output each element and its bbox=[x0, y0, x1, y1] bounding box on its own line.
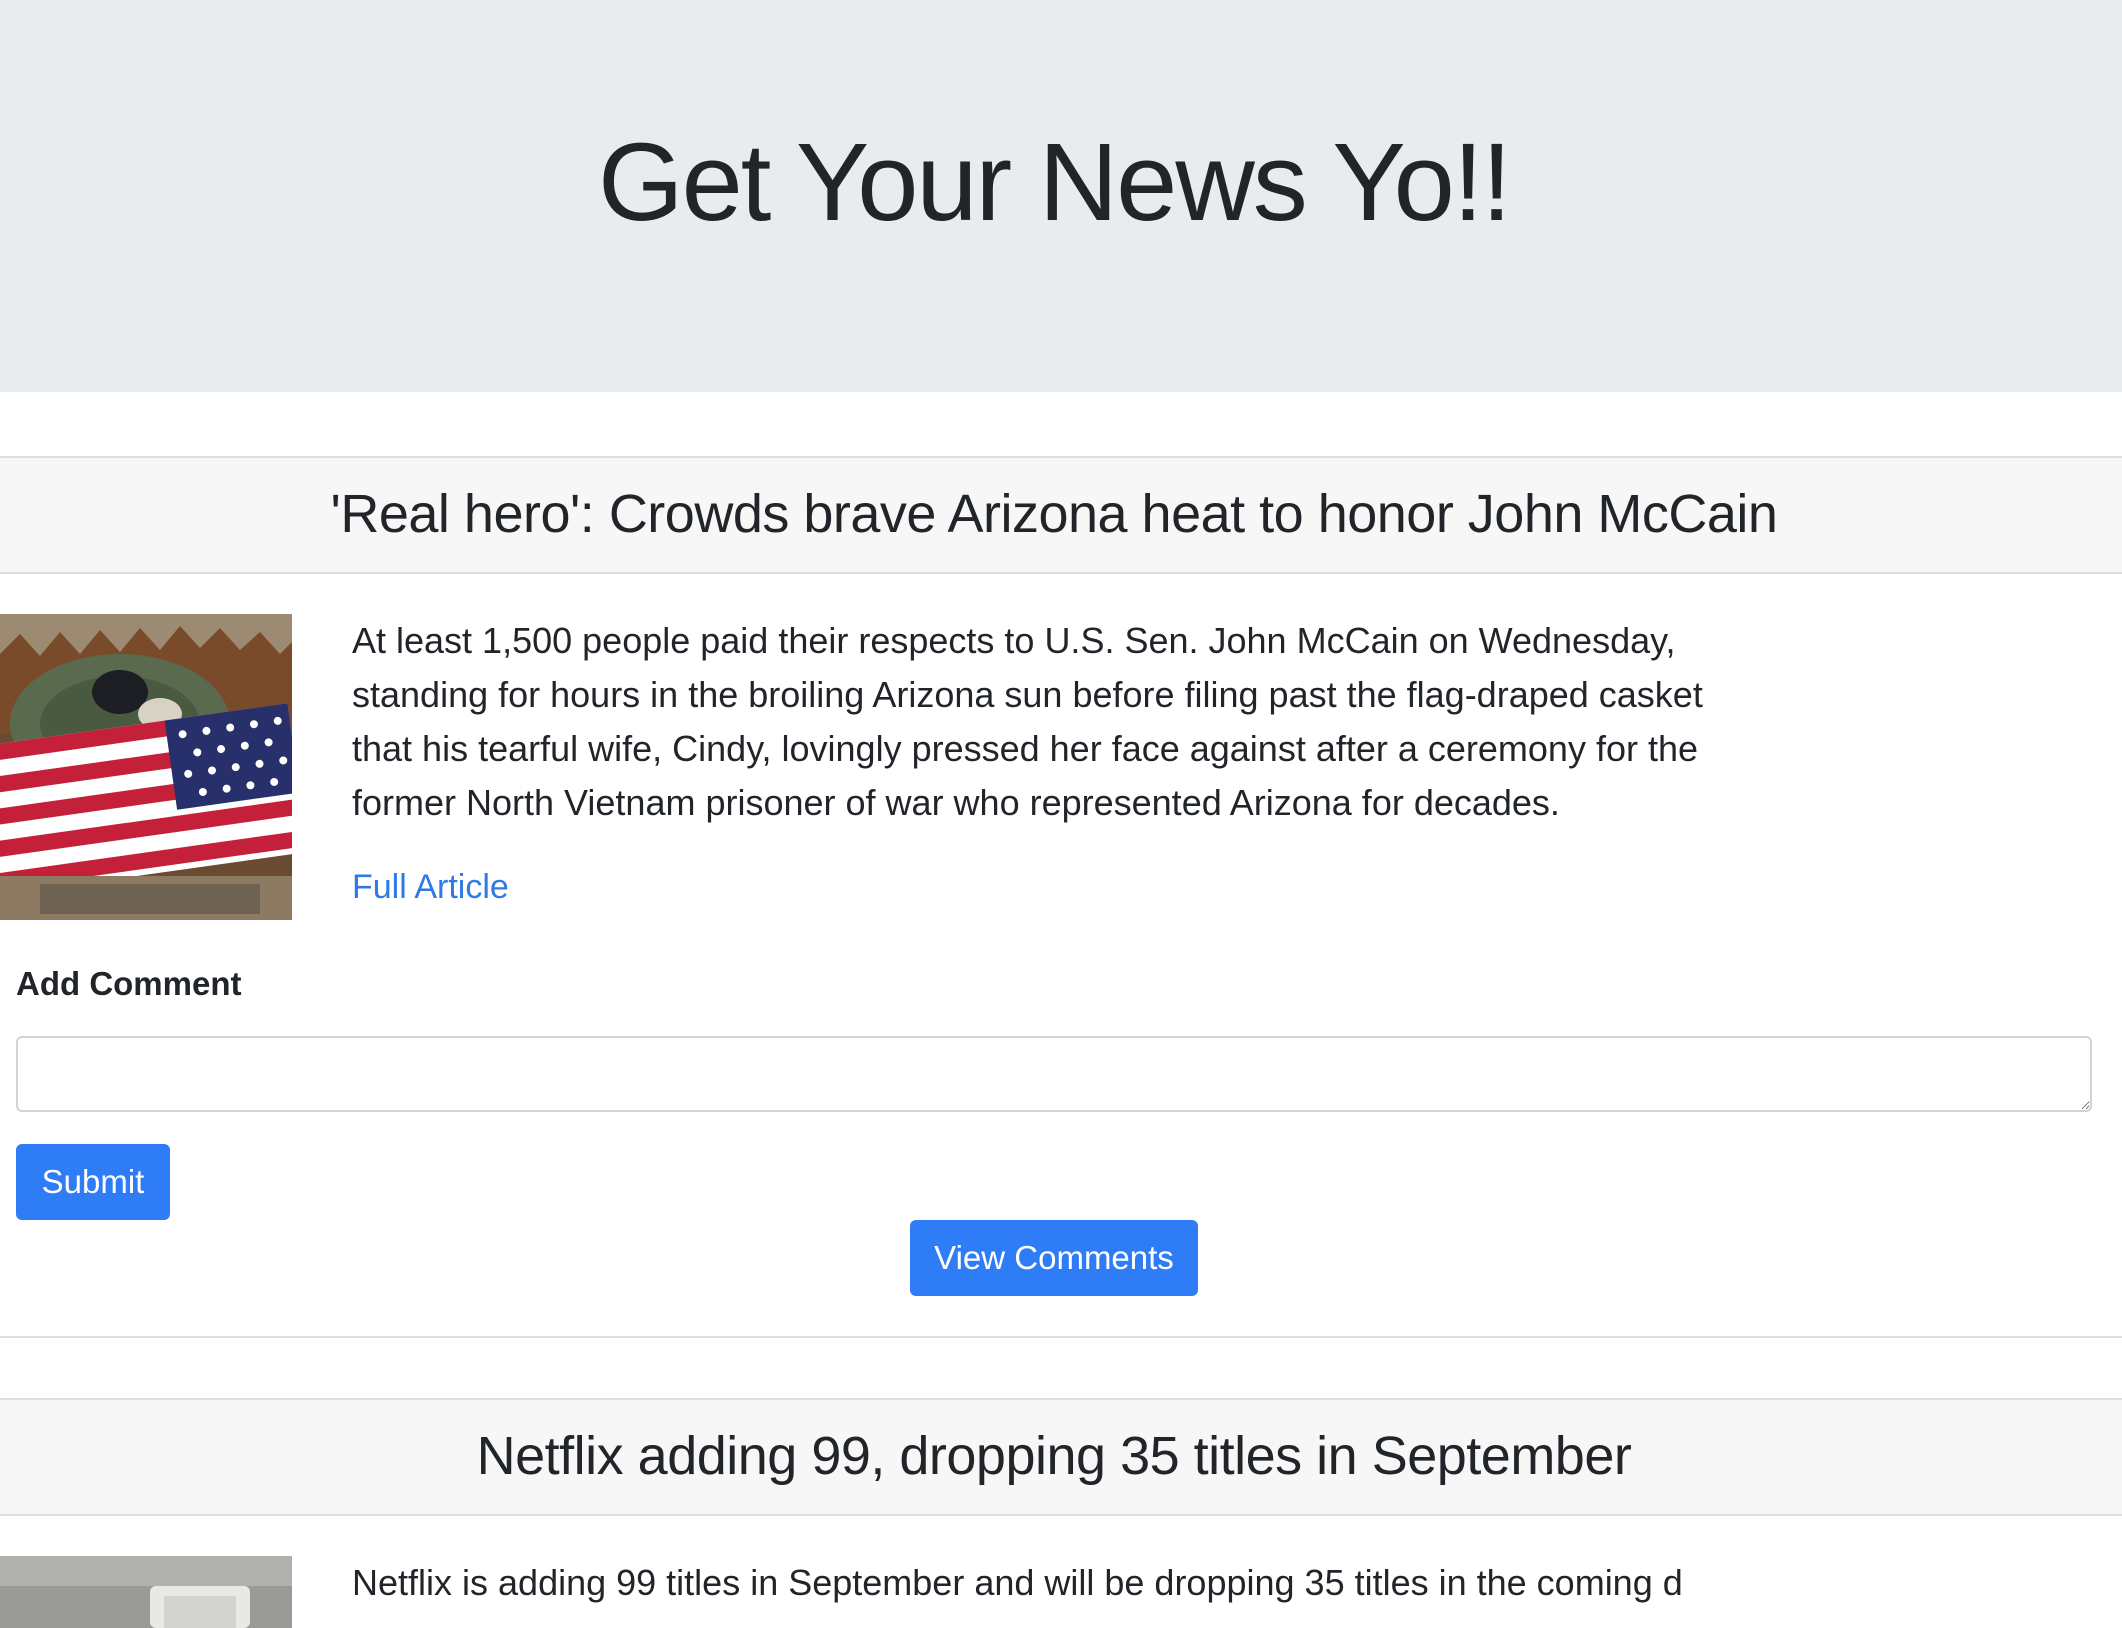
article-headline: Netflix adding 99, dropping 35 titles in… bbox=[476, 1426, 1632, 1486]
article-header: Netflix adding 99, dropping 35 titles in… bbox=[0, 1398, 2122, 1516]
full-article-link[interactable]: Full Article bbox=[352, 867, 509, 907]
article-headline: 'Real hero': Crowds brave Arizona heat t… bbox=[330, 484, 1778, 544]
comment-textarea[interactable] bbox=[16, 1036, 2092, 1112]
flag-casket-image bbox=[0, 614, 292, 920]
article-header: 'Real hero': Crowds brave Arizona heat t… bbox=[0, 456, 2122, 574]
article-thumbnail bbox=[0, 1556, 292, 1628]
article-thumbnail bbox=[0, 614, 292, 920]
page-title: Get Your News Yo!! bbox=[598, 121, 1512, 244]
article-divider bbox=[0, 1336, 2122, 1338]
view-comments-button[interactable]: View Comments bbox=[910, 1220, 1198, 1296]
article-summary: At least 1,500 people paid their respect… bbox=[352, 620, 1703, 823]
jumbotron: Get Your News Yo!! bbox=[0, 0, 2122, 392]
submit-button[interactable]: Submit bbox=[16, 1144, 170, 1220]
netflix-image bbox=[0, 1556, 292, 1628]
article-summary: Netflix is adding 99 titles in September… bbox=[352, 1562, 1683, 1603]
add-comment-label: Add Comment bbox=[16, 965, 242, 1002]
